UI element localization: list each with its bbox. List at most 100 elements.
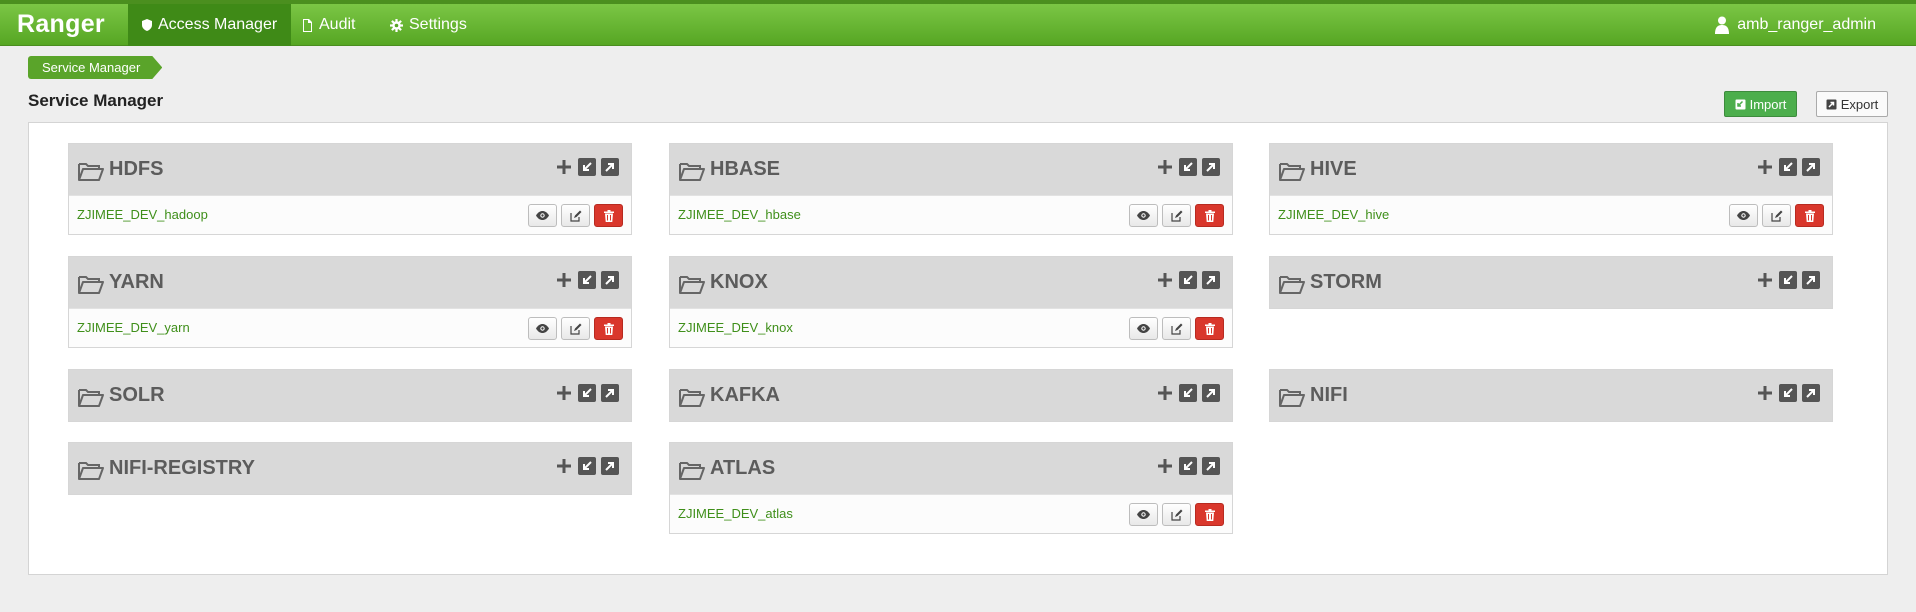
eye-icon: [1737, 211, 1750, 220]
add-service-button[interactable]: [1156, 270, 1174, 290]
service-instance-link[interactable]: ZJIMEE_DEV_hadoop: [77, 207, 208, 222]
import-service-button[interactable]: [1179, 457, 1197, 475]
brand-logo[interactable]: Ranger: [17, 10, 105, 39]
export-service-button[interactable]: [601, 457, 619, 475]
nav-settings-label: Settings: [409, 16, 467, 33]
export-service-button[interactable]: [1202, 271, 1220, 289]
export-icon: [1806, 163, 1815, 172]
service-card-storm: STORM: [1269, 256, 1833, 309]
service-instance-link[interactable]: ZJIMEE_DEV_atlas: [678, 506, 793, 521]
add-service-button[interactable]: [1756, 157, 1774, 177]
view-button[interactable]: [1129, 317, 1158, 340]
add-service-button[interactable]: [1756, 383, 1774, 403]
plus-icon: [1158, 160, 1172, 174]
view-button[interactable]: [1729, 204, 1758, 227]
gear-icon: [390, 18, 403, 32]
import-service-button[interactable]: [1779, 158, 1797, 176]
export-service-button[interactable]: [1202, 158, 1220, 176]
add-service-button[interactable]: [555, 157, 573, 177]
edit-button[interactable]: [561, 317, 590, 340]
add-service-button[interactable]: [1156, 456, 1174, 476]
breadcrumb[interactable]: Service Manager: [28, 56, 162, 79]
import-service-button[interactable]: [1779, 384, 1797, 402]
service-type-title: ATLAS: [710, 457, 776, 479]
service-card-knox: KNOX ZJIMEE_DEV_knox: [669, 256, 1233, 348]
delete-button[interactable]: [1195, 503, 1224, 526]
export-service-button[interactable]: [1802, 158, 1820, 176]
page-title: Service Manager: [28, 91, 164, 110]
user-menu[interactable]: amb_ranger_admin: [1715, 4, 1876, 46]
import-service-button[interactable]: [578, 384, 596, 402]
export-icon: [1826, 99, 1837, 109]
export-service-button[interactable]: [601, 271, 619, 289]
service-type-title: SOLR: [109, 384, 165, 406]
import-service-button[interactable]: [1179, 384, 1197, 402]
service-instance-link[interactable]: ZJIMEE_DEV_knox: [678, 320, 793, 335]
trash-icon: [1204, 209, 1215, 222]
plus-icon: [557, 386, 571, 400]
delete-button[interactable]: [594, 204, 623, 227]
delete-button[interactable]: [1195, 204, 1224, 227]
service-instance-link[interactable]: ZJIMEE_DEV_hbase: [678, 207, 801, 222]
export-service-button[interactable]: [1802, 271, 1820, 289]
export-service-button[interactable]: [601, 158, 619, 176]
export-icon: [605, 389, 614, 398]
add-service-button[interactable]: [555, 456, 573, 476]
service-card-yarn: YARN ZJIMEE_DEV_yarn: [68, 256, 632, 348]
service-card-header: YARN: [69, 257, 631, 308]
import-service-button[interactable]: [1179, 158, 1197, 176]
export-button[interactable]: Export: [1816, 91, 1888, 117]
import-service-button[interactable]: [578, 457, 596, 475]
import-icon: [1784, 162, 1793, 171]
add-service-button[interactable]: [1756, 270, 1774, 290]
add-service-button[interactable]: [555, 270, 573, 290]
import-icon: [583, 162, 592, 171]
add-service-button[interactable]: [1156, 157, 1174, 177]
export-icon: [1206, 389, 1215, 398]
export-service-button[interactable]: [601, 384, 619, 402]
export-icon: [1806, 276, 1815, 285]
edit-button[interactable]: [561, 204, 590, 227]
import-button[interactable]: Import: [1724, 91, 1797, 117]
edit-icon: [1170, 210, 1182, 222]
export-service-button[interactable]: [1802, 384, 1820, 402]
import-icon: [1784, 388, 1793, 397]
add-service-button[interactable]: [555, 383, 573, 403]
service-card-nifi: NIFI: [1269, 369, 1833, 422]
view-button[interactable]: [1129, 503, 1158, 526]
service-instance-link[interactable]: ZJIMEE_DEV_yarn: [77, 320, 190, 335]
nav-access-manager[interactable]: Access Manager: [128, 4, 292, 46]
view-button[interactable]: [528, 317, 557, 340]
edit-button[interactable]: [1762, 204, 1791, 227]
nav-settings[interactable]: Settings: [376, 4, 481, 46]
edit-button[interactable]: [1162, 503, 1191, 526]
export-icon: [605, 276, 614, 285]
top-navbar: Ranger Access Manager Audit Settings amb…: [0, 0, 1916, 46]
service-card-header: KAFKA: [670, 370, 1232, 421]
service-instance-link[interactable]: ZJIMEE_DEV_hive: [1278, 207, 1389, 222]
add-service-button[interactable]: [1156, 383, 1174, 403]
delete-button[interactable]: [594, 317, 623, 340]
edit-button[interactable]: [1162, 204, 1191, 227]
edit-button[interactable]: [1162, 317, 1191, 340]
delete-button[interactable]: [1195, 317, 1224, 340]
import-service-button[interactable]: [578, 271, 596, 289]
delete-button[interactable]: [1795, 204, 1824, 227]
import-icon: [1184, 162, 1193, 171]
file-icon: [303, 18, 312, 32]
folder-open-icon: [78, 163, 104, 181]
edit-icon: [569, 323, 581, 335]
import-service-button[interactable]: [578, 158, 596, 176]
plus-icon: [1758, 386, 1772, 400]
service-card-header: NIFI-REGISTRY: [69, 443, 631, 494]
nav-access-manager-label: Access Manager: [158, 16, 278, 33]
export-service-button[interactable]: [1202, 384, 1220, 402]
view-button[interactable]: [1129, 204, 1158, 227]
nav-audit[interactable]: Audit: [288, 4, 369, 46]
export-icon: [605, 462, 614, 471]
import-service-button[interactable]: [1179, 271, 1197, 289]
service-type-title: NIFI-REGISTRY: [109, 457, 255, 479]
export-service-button[interactable]: [1202, 457, 1220, 475]
import-service-button[interactable]: [1779, 271, 1797, 289]
view-button[interactable]: [528, 204, 557, 227]
